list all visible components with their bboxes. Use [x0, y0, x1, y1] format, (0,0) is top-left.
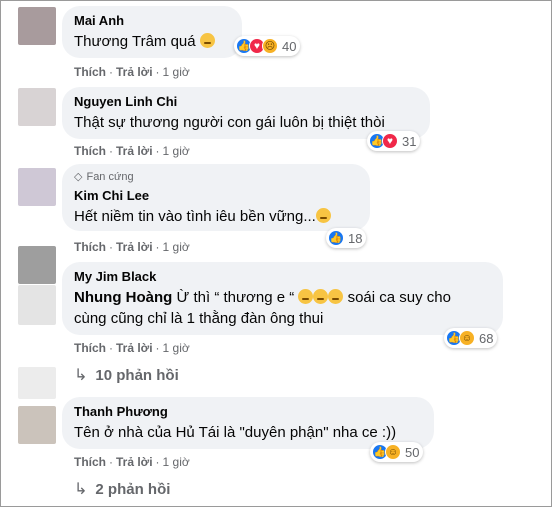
like-link[interactable]: Thích: [74, 65, 106, 79]
reaction-summary[interactable]: 👍 ☺ 68: [444, 328, 498, 348]
comment-actions: Thích · Trả lời · 1 giờ: [74, 144, 190, 158]
thread-line: [18, 285, 56, 325]
like-link[interactable]: Thích: [74, 341, 106, 355]
reaction-count: 31: [402, 133, 417, 149]
comment-actions: Thích · Trả lời · 1 giờ: [74, 341, 190, 355]
sad-emoji-icon: [199, 33, 215, 48]
timestamp[interactable]: 1 giờ: [163, 65, 190, 79]
mention-link[interactable]: Nhung Hoàng: [74, 289, 172, 306]
comment-text: Thương Trâm quá: [74, 31, 230, 52]
reaction-count: 50: [405, 444, 420, 460]
pensive-emoji-icon: [315, 208, 331, 223]
reply-link[interactable]: Trả lời: [116, 65, 153, 79]
avatar[interactable]: [18, 88, 56, 126]
like-link[interactable]: Thích: [74, 455, 106, 469]
timestamp[interactable]: 1 giờ: [163, 240, 190, 254]
thread-line: [18, 367, 56, 399]
view-replies-link[interactable]: ↳ 2 phản hồi: [74, 479, 170, 499]
fan-badge: ◇ Fan cứng: [74, 171, 134, 183]
pensive-emoji-icon: [328, 289, 344, 304]
reaction-summary[interactable]: 👍 ☺ 50: [370, 442, 424, 462]
comment-text-line2: cùng cũng chỉ là 1 thằng đàn ông thui: [74, 310, 324, 327]
like-link[interactable]: Thích: [74, 144, 106, 158]
diamond-icon: ◇: [74, 171, 83, 183]
timestamp[interactable]: 1 giờ: [163, 455, 190, 469]
commenter-name[interactable]: Thanh Phương: [74, 404, 422, 420]
timestamp[interactable]: 1 giờ: [163, 144, 190, 158]
comment-bubble: Mai Anh Thương Trâm quá: [62, 6, 242, 58]
commenter-name[interactable]: Kim Chi Lee: [74, 188, 358, 204]
reply-link[interactable]: Trả lời: [116, 341, 153, 355]
commenter-name[interactable]: Mai Anh: [74, 13, 230, 29]
reaction-count: 68: [479, 330, 494, 346]
haha-reaction-icon: ☺: [459, 330, 475, 346]
sad-reaction-icon: ☹: [262, 38, 278, 54]
comment-bubble: My Jim Black Nhung Hoàng Ừ thì “ thương …: [62, 262, 503, 335]
comment-actions: Thích · Trả lời · 1 giờ: [74, 240, 190, 254]
comment-text: Tên ở nhà của Hủ Tái là "duyên phận" nha…: [74, 424, 397, 441]
avatar[interactable]: [18, 246, 56, 284]
timestamp[interactable]: 1 giờ: [163, 341, 190, 355]
reply-link[interactable]: Trả lời: [116, 144, 153, 158]
reaction-count: 40: [282, 38, 297, 54]
reaction-summary[interactable]: 👍 18: [326, 228, 367, 248]
comment-actions: Thích · Trả lời · 1 giờ: [74, 65, 190, 79]
reaction-summary[interactable]: 👍 ♥ 31: [367, 131, 421, 151]
like-link[interactable]: Thích: [74, 240, 106, 254]
reply-link[interactable]: Trả lời: [116, 455, 153, 469]
reaction-summary[interactable]: 👍 ♥ ☹ 40: [234, 36, 301, 56]
avatar[interactable]: [18, 406, 56, 444]
like-reaction-icon: 👍: [328, 230, 344, 246]
reaction-count: 18: [348, 230, 363, 246]
comment-text: Hết niềm tin vào tình iêu bền vững...: [74, 206, 358, 227]
comment-text: Thật sự thương người con gái luôn bị thi…: [74, 114, 385, 131]
commenter-name[interactable]: My Jim Black: [74, 269, 491, 285]
reply-arrow-icon: ↳: [74, 481, 88, 498]
pensive-emoji-icon: [313, 289, 329, 304]
comment-actions: Thích · Trả lời · 1 giờ: [74, 455, 190, 469]
avatar[interactable]: [18, 168, 56, 206]
comment-bubble: ◇ Fan cứng Kim Chi Lee Hết niềm tin vào t…: [62, 164, 370, 231]
avatar[interactable]: [18, 7, 56, 45]
commenter-name[interactable]: Nguyen Linh Chi: [74, 94, 418, 110]
haha-reaction-icon: ☺: [385, 444, 401, 460]
love-reaction-icon: ♥: [382, 133, 398, 149]
pensive-emoji-icon: [298, 289, 314, 304]
reply-link[interactable]: Trả lời: [116, 240, 153, 254]
view-replies-link[interactable]: ↳ 10 phản hồi: [74, 365, 179, 385]
reply-arrow-icon: ↳: [74, 367, 88, 384]
comment-text: Nhung Hoàng Ừ thì “ thương e “ soái ca s…: [74, 289, 451, 306]
